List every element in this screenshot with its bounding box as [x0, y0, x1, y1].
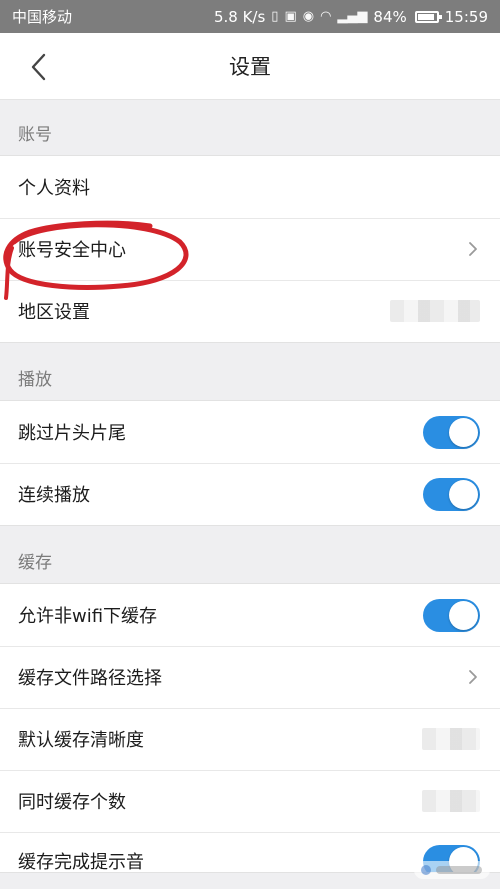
row-profile[interactable]: 个人资料	[0, 156, 500, 218]
row-label: 跳过片头片尾	[18, 423, 126, 444]
skip-intro-toggle[interactable]	[423, 415, 480, 449]
row-default-quality[interactable]: 默认缓存清晰度	[0, 708, 500, 770]
settings-group-account: 个人资料 账号安全中心 地区设置	[0, 155, 500, 343]
wifi-icon: ◠	[320, 9, 332, 24]
row-continuous-play: 连续播放	[0, 463, 500, 525]
signal-icon: ▂▄▆	[337, 9, 368, 24]
chevron-right-icon	[466, 239, 480, 259]
non-wifi-cache-toggle[interactable]	[423, 598, 480, 632]
row-concurrent-downloads[interactable]: 同时缓存个数	[0, 770, 500, 832]
row-label: 个人资料	[18, 178, 90, 199]
toggle-knob	[449, 600, 478, 630]
nav-bar: 设置	[0, 33, 500, 100]
row-label: 缓存完成提示音	[18, 852, 144, 872]
chevron-left-icon	[31, 53, 46, 81]
row-non-wifi-cache: 允许非wifi下缓存	[0, 584, 500, 646]
section-header-cache: 缓存	[18, 553, 52, 573]
toggle-knob	[449, 417, 478, 447]
section-header-account: 账号	[18, 125, 52, 145]
status-indicators: 5.8 K/s ▯ ▣ ◉ ◠ ▂▄▆ 84% 15:59	[214, 8, 488, 26]
row-label: 允许非wifi下缓存	[18, 606, 158, 627]
page-title: 设置	[229, 55, 271, 79]
baidu-watermark-logo	[414, 861, 490, 879]
carrier-label: 中国移动	[12, 8, 73, 26]
blurred-value	[390, 300, 480, 322]
settings-group-playback: 跳过片头片尾 连续播放	[0, 400, 500, 526]
continuous-play-toggle[interactable]	[423, 477, 480, 511]
eye-icon: ◉	[302, 9, 315, 24]
row-account-security[interactable]: 账号安全中心	[0, 218, 500, 280]
toggle-knob	[449, 479, 478, 509]
blurred-value	[422, 728, 480, 750]
row-label: 地区设置	[18, 302, 90, 323]
blurred-value	[422, 790, 480, 812]
battery-icon	[414, 10, 442, 23]
chevron-right-icon	[466, 667, 480, 687]
vibrate-icon: ▯	[271, 9, 279, 24]
settings-group-cache: 允许非wifi下缓存 缓存文件路径选择 默认缓存清晰度 同时缓存个数 缓存完成提…	[0, 583, 500, 873]
row-cache-path[interactable]: 缓存文件路径选择	[0, 646, 500, 708]
row-label: 默认缓存清晰度	[18, 730, 144, 751]
row-label: 缓存文件路径选择	[18, 668, 162, 689]
back-button[interactable]	[18, 49, 58, 85]
row-label: 账号安全中心	[18, 240, 126, 261]
section-header-playback: 播放	[18, 370, 52, 390]
row-label: 连续播放	[18, 485, 90, 506]
row-skip-intro: 跳过片头片尾	[0, 401, 500, 463]
row-label: 同时缓存个数	[18, 792, 126, 813]
clock: 15:59	[444, 7, 488, 26]
network-speed: 5.8 K/s	[213, 7, 266, 26]
battery-percent: 84%	[373, 7, 407, 26]
row-region[interactable]: 地区设置	[0, 280, 500, 342]
status-bar: 中国移动 5.8 K/s ▯ ▣ ◉ ◠ ▂▄▆ 84% 15:59	[0, 0, 500, 33]
hd-icon: ▣	[284, 9, 297, 24]
